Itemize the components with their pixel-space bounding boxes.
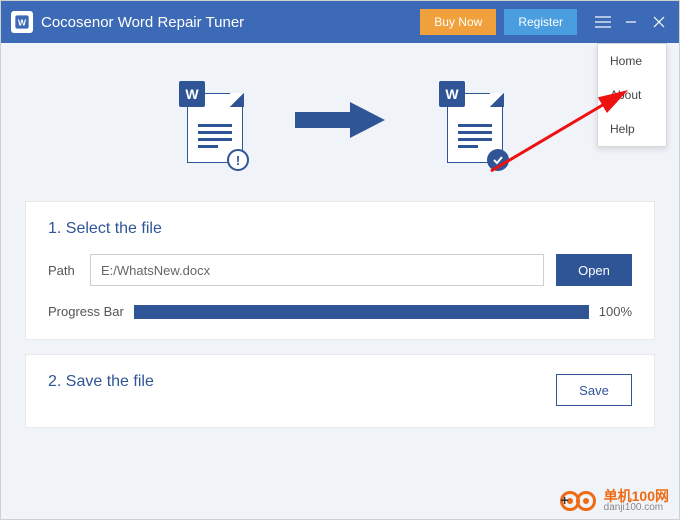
error-badge-icon: ! <box>227 149 249 171</box>
save-button[interactable]: Save <box>556 374 632 406</box>
minimize-icon[interactable] <box>617 1 645 43</box>
word-badge-icon: W <box>179 81 205 107</box>
menu-icon[interactable] <box>589 1 617 43</box>
menu-item-about[interactable]: About <box>598 78 666 112</box>
watermark: + 单机100网 danji100.com <box>560 489 669 513</box>
select-file-heading: 1. Select the file <box>48 220 632 238</box>
watermark-logo-icon: + <box>560 489 598 513</box>
select-file-card: 1. Select the file Path Open Progress Ba… <box>25 201 655 340</box>
check-badge-icon <box>487 149 509 171</box>
word-badge-icon: W <box>439 81 465 107</box>
watermark-line2: danji100.com <box>604 503 669 513</box>
menu-item-home[interactable]: Home <box>598 44 666 78</box>
repaired-doc-icon: W <box>439 81 501 163</box>
save-file-heading: 2. Save the file <box>48 373 154 391</box>
close-icon[interactable] <box>645 1 673 43</box>
progress-percent: 100% <box>599 304 632 319</box>
main-menu-dropdown: Home About Help <box>597 43 667 147</box>
buy-now-button[interactable]: Buy Now <box>420 9 496 35</box>
open-button[interactable]: Open <box>556 254 632 286</box>
app-title: Cocosenor Word Repair Tuner <box>41 14 244 31</box>
menu-item-help[interactable]: Help <box>598 112 666 146</box>
svg-text:W: W <box>18 17 27 27</box>
progress-label: Progress Bar <box>48 304 124 319</box>
app-logo-icon: W <box>11 11 33 33</box>
corrupt-doc-icon: W ! <box>179 81 241 163</box>
arrow-right-icon <box>295 100 385 145</box>
save-file-card: 2. Save the file Save <box>25 354 655 428</box>
progress-bar <box>134 305 589 319</box>
titlebar: W Cocosenor Word Repair Tuner Buy Now Re… <box>1 1 679 43</box>
register-button[interactable]: Register <box>504 9 577 35</box>
hero-graphic: W ! W <box>1 43 679 201</box>
path-label: Path <box>48 263 78 278</box>
path-input[interactable] <box>90 254 544 286</box>
watermark-line1: 单机100网 <box>604 489 669 503</box>
app-window: W Cocosenor Word Repair Tuner Buy Now Re… <box>0 0 680 520</box>
